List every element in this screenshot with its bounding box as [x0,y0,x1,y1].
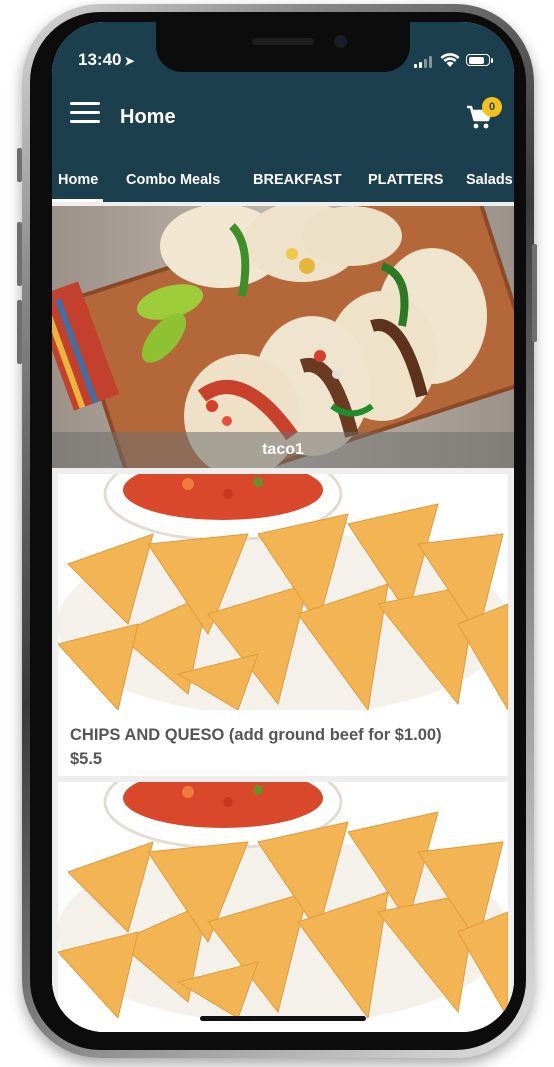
menu-item-card[interactable]: CHIPS AND QUESO (add ground beef for $1.… [58,474,508,776]
power-button [532,244,537,342]
earpiece-speaker [252,38,314,45]
menu-content[interactable]: taco1 CHIPS AND QUESO (add ground beef f… [52,202,514,1032]
app-bar: Home 0 [52,82,514,146]
tab-breakfast[interactable]: BREAKFAST [253,172,342,188]
silent-switch [17,148,22,182]
tab-home[interactable]: Home [58,172,98,188]
tab-combo-meals[interactable]: Combo Meals [126,172,220,188]
category-tabs: Home Combo Meals BREAKFAST PLATTERS Sala… [52,146,514,202]
cart-count-badge: 0 [482,97,502,117]
page-title: Home [120,106,176,128]
status-time: 13:40 ➤ [78,50,135,70]
wifi-icon [440,53,460,67]
tab-platters[interactable]: PLATTERS [368,172,443,188]
notch [156,22,410,72]
hamburger-menu-icon[interactable] [70,102,100,124]
menu-item-price: $5.5 [70,750,103,768]
hero-caption: taco1 [52,432,514,468]
tacos-photo [52,206,514,468]
front-camera [334,35,347,48]
volume-down-button [17,300,22,364]
status-time-text: 13:40 [78,50,122,69]
battery-icon [466,54,493,66]
chips-salsa-photo [58,782,508,1018]
volume-up-button [17,222,22,286]
hero-banner[interactable]: taco1 [52,206,514,468]
home-indicator[interactable] [200,1016,366,1021]
screen: 13:40 ➤ Home 0 Home Combo Meals BREAKFAS… [52,22,514,1032]
battery-level [468,56,484,64]
chips-salsa-photo [58,474,508,710]
location-arrow-icon: ➤ [124,54,135,68]
cellular-signal-icon [414,56,434,68]
menu-item-card[interactable] [58,782,508,1032]
menu-item-title: CHIPS AND QUESO (add ground beef for $1.… [70,726,442,744]
tab-salads[interactable]: Salads [466,172,513,188]
